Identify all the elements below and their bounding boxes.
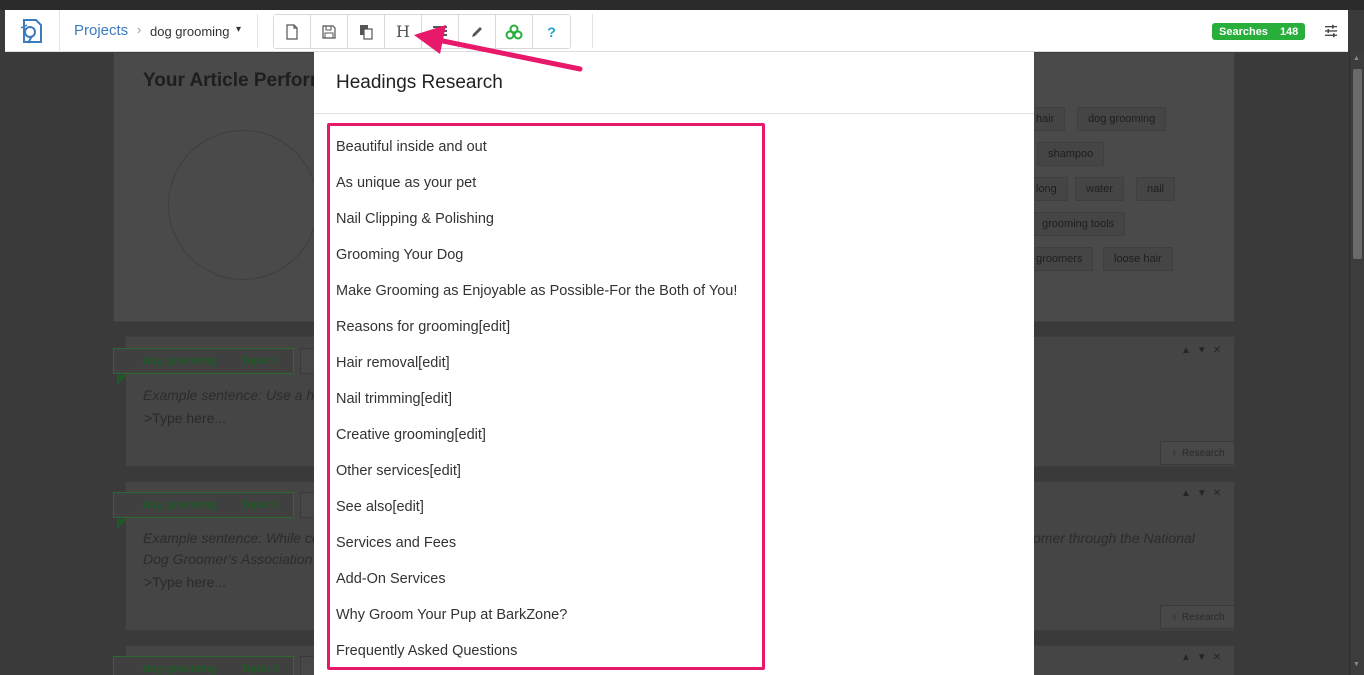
research-button[interactable]: ♀ Research bbox=[1160, 605, 1235, 629]
research-label: Research bbox=[1181, 611, 1225, 623]
project-selector[interactable]: dog grooming bbox=[150, 24, 230, 39]
heading-item[interactable]: Services and Fees bbox=[336, 533, 737, 569]
bulb-icon: ♀ bbox=[1170, 611, 1178, 623]
topic-example-sentence: Example sentence: While co bbox=[143, 530, 320, 546]
topic-tab[interactable]: dog grooming Topic 3 bbox=[113, 656, 294, 675]
scroll-down-arrow-icon[interactable]: ▼ bbox=[1353, 661, 1360, 668]
keyword-tag: grooming tools bbox=[1031, 212, 1126, 236]
new-document-icon bbox=[286, 23, 298, 40]
topic-example-sentence: Example sentence: Use a hy bbox=[143, 387, 322, 403]
heading-item[interactable]: Frequently Asked Questions bbox=[336, 641, 737, 675]
edit-button[interactable] bbox=[459, 15, 496, 48]
topic-example-sentence-cont: Dog Groomer's Association o bbox=[143, 551, 325, 567]
copy-button[interactable] bbox=[348, 15, 385, 48]
scrollbar-thumb[interactable] bbox=[1353, 69, 1362, 259]
keyword-tag: loose hair bbox=[1103, 247, 1173, 271]
searches-label: Searches bbox=[1219, 25, 1268, 38]
keyword-tag: groomers bbox=[1025, 247, 1094, 271]
card-move-controls[interactable]: ▲▼✕ bbox=[1181, 652, 1227, 663]
save-button[interactable] bbox=[311, 15, 348, 48]
outline-button[interactable] bbox=[422, 15, 459, 48]
topic-type-placeholder[interactable]: >Type here... bbox=[144, 574, 226, 590]
new-document-button[interactable] bbox=[274, 15, 311, 48]
card-move-controls[interactable]: ▲▼✕ bbox=[1181, 488, 1227, 499]
copy-icon bbox=[360, 24, 373, 40]
keyword-tag: nail bbox=[1136, 177, 1176, 201]
heading-item[interactable]: Creative grooming[edit] bbox=[336, 425, 737, 461]
article-performance-title: Your Article Perform bbox=[143, 70, 327, 91]
heading-item[interactable]: Beautiful inside and out bbox=[336, 137, 737, 173]
topic-tab-notch bbox=[117, 375, 127, 385]
research-label: Research bbox=[1181, 447, 1225, 459]
topic-number: Topic 1 bbox=[240, 355, 279, 367]
headings-list: Beautiful inside and out As unique as yo… bbox=[336, 137, 737, 675]
performance-gauge bbox=[168, 130, 318, 280]
heading-item[interactable]: As unique as your pet bbox=[336, 173, 737, 209]
modal-title: Headings Research bbox=[336, 72, 503, 93]
keyword-tag: dog grooming bbox=[1077, 107, 1167, 131]
topic-tab-notch bbox=[117, 519, 127, 529]
breadcrumb-separator: › bbox=[137, 22, 142, 37]
topic-keyword: dog grooming bbox=[143, 499, 217, 511]
heading-item[interactable]: Grooming Your Dog bbox=[336, 245, 737, 281]
top-toolbar: Projects › dog grooming ▾ H ? Searches 1… bbox=[5, 10, 1348, 52]
heading-icon: H bbox=[396, 22, 410, 41]
searches-badge: Searches 148 bbox=[1212, 23, 1306, 40]
toolbar-divider bbox=[592, 14, 593, 48]
toolbar-divider bbox=[257, 14, 258, 48]
heading-item[interactable]: Make Grooming as Enjoyable as Possible-F… bbox=[336, 281, 737, 317]
heading-item[interactable]: Nail trimming[edit] bbox=[336, 389, 737, 425]
window-top-strip bbox=[0, 0, 1364, 10]
topic-example-sentence-right: omer through the National bbox=[1033, 530, 1195, 546]
card-move-controls[interactable]: ▲▼✕ bbox=[1181, 345, 1227, 356]
editor-tool-group: H ? bbox=[273, 14, 571, 49]
heading-item[interactable]: See also[edit] bbox=[336, 497, 737, 533]
heading-item[interactable]: Add-On Services bbox=[336, 569, 737, 605]
research-button[interactable]: ♀ Research bbox=[1160, 441, 1235, 465]
heading-item[interactable]: Why Groom Your Pup at BarkZone? bbox=[336, 605, 737, 641]
sliders-icon[interactable] bbox=[1324, 24, 1338, 43]
topic-type-placeholder[interactable]: >Type here... bbox=[144, 410, 226, 426]
topic-tab[interactable]: dog grooming Topic 2 bbox=[113, 492, 294, 518]
topic-keyword: dog grooming bbox=[143, 355, 217, 367]
chevron-down-icon[interactable]: ▾ bbox=[236, 24, 241, 35]
keyword-tag: water bbox=[1075, 177, 1124, 201]
topic-keyword: dog grooming bbox=[143, 663, 217, 675]
help-button[interactable]: ? bbox=[533, 15, 570, 48]
question-icon: ? bbox=[547, 23, 556, 40]
list-icon bbox=[433, 25, 447, 38]
keyword-tag: shampoo bbox=[1037, 142, 1105, 166]
cluster-icon bbox=[505, 24, 523, 39]
heading-item[interactable]: Nail Clipping & Polishing bbox=[336, 209, 737, 245]
topic-number: Topic 2 bbox=[240, 499, 279, 511]
save-icon bbox=[322, 24, 336, 39]
topic-number: Topic 3 bbox=[240, 663, 279, 675]
headings-research-modal: Headings Research Beautiful inside and o… bbox=[314, 52, 1034, 675]
breadcrumb-projects-link[interactable]: Projects bbox=[74, 22, 128, 39]
scroll-up-arrow-icon[interactable]: ▲ bbox=[1353, 55, 1360, 62]
headings-research-button[interactable]: H bbox=[385, 15, 422, 48]
pencil-icon bbox=[472, 26, 482, 37]
bulb-icon: ♀ bbox=[1170, 447, 1178, 459]
heading-item[interactable]: Other services[edit] bbox=[336, 461, 737, 497]
app-logo[interactable] bbox=[5, 10, 60, 52]
heading-item[interactable]: Hair removal[edit] bbox=[336, 353, 737, 389]
topic-tab[interactable]: dog grooming Topic 1 bbox=[113, 348, 294, 374]
modal-header: Headings Research bbox=[314, 52, 1034, 114]
page-scrollbar[interactable]: ▲ ▼ bbox=[1349, 51, 1364, 675]
app-logo-icon bbox=[20, 19, 42, 44]
cluster-button[interactable] bbox=[496, 15, 533, 48]
searches-count: 148 bbox=[1279, 25, 1299, 38]
heading-item[interactable]: Reasons for grooming[edit] bbox=[336, 317, 737, 353]
